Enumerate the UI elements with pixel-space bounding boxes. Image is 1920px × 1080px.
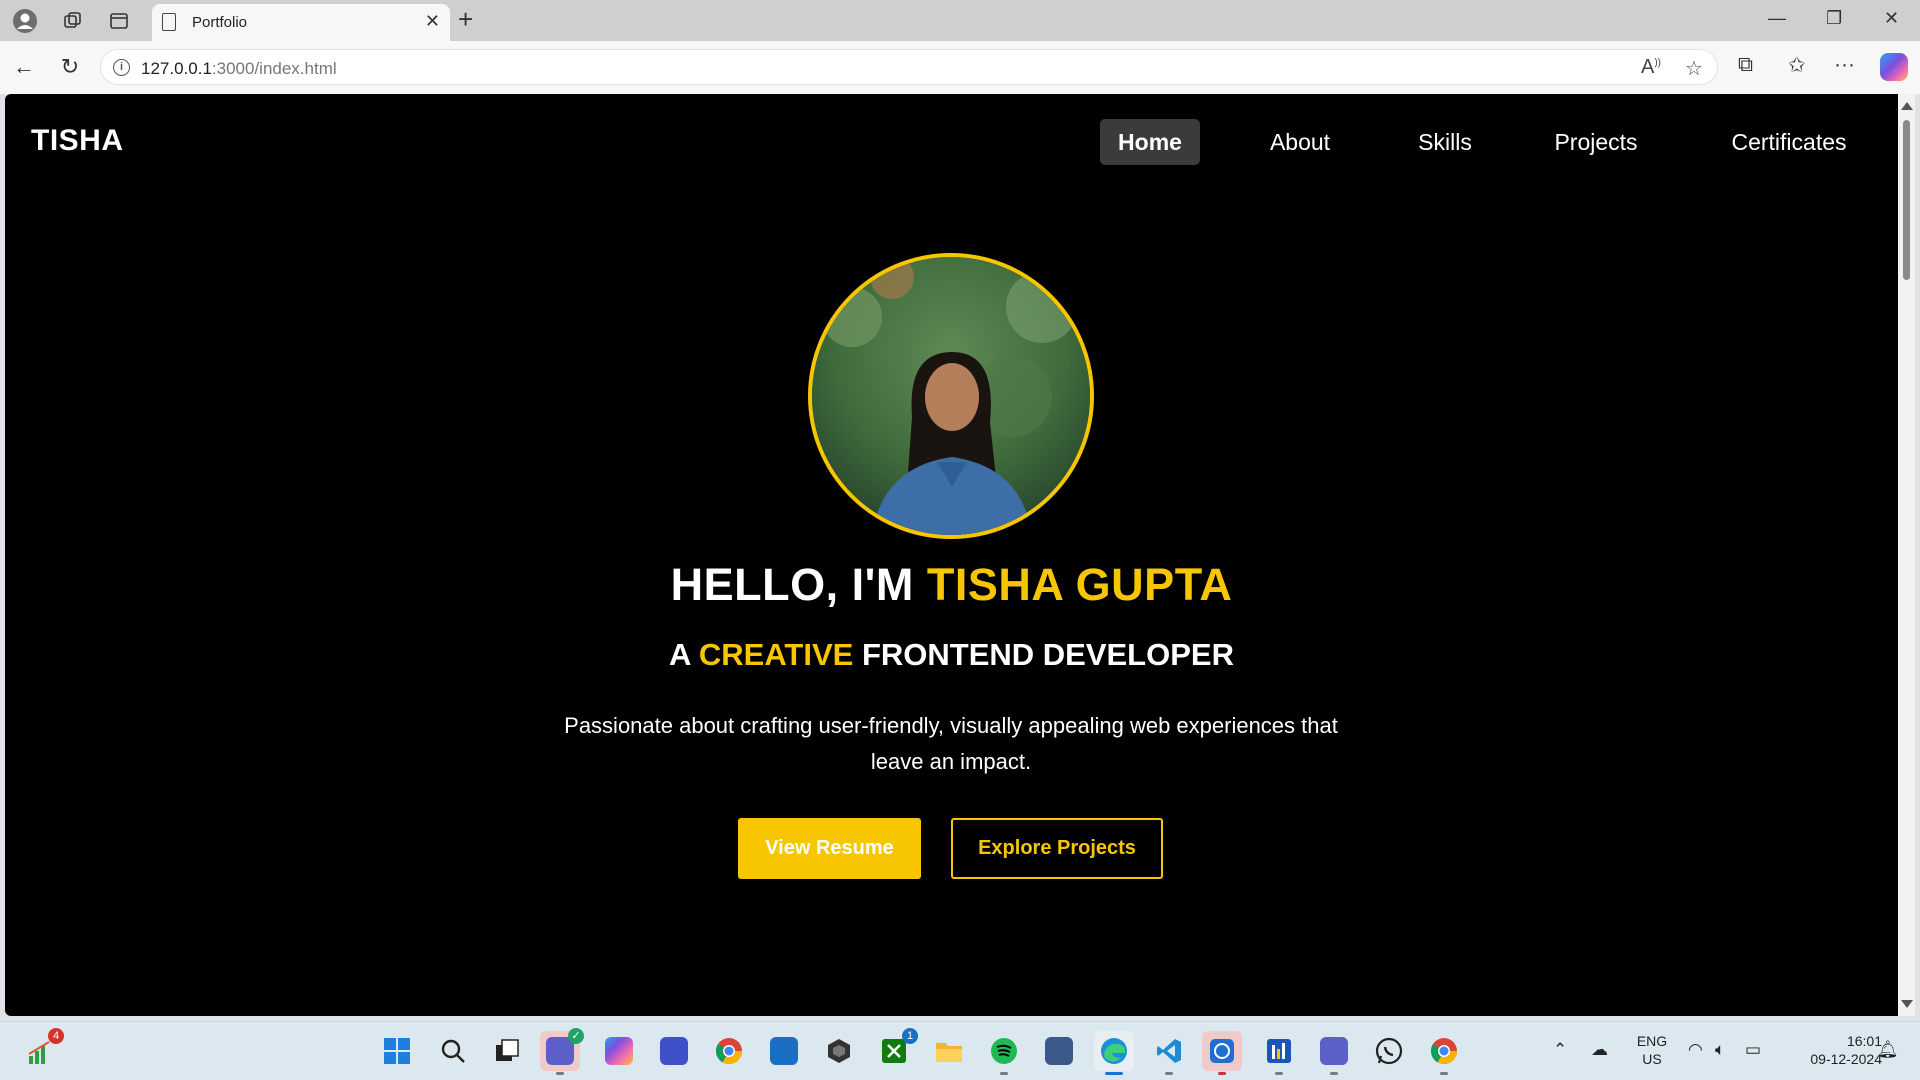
nav-home[interactable]: Home <box>1100 119 1200 165</box>
site-info-icon[interactable]: i <box>113 59 130 76</box>
workspaces-icon[interactable] <box>58 6 88 36</box>
url-host: 127.0.0.1 <box>141 59 212 78</box>
running-indicator <box>1105 1072 1123 1075</box>
more-options-icon[interactable]: ··· <box>1834 53 1855 77</box>
microsoft-store-icon[interactable] <box>764 1031 804 1071</box>
profile-icon[interactable] <box>10 6 40 36</box>
browser-tab-strip: Portfolio ✕ + — ❐ ✕ <box>0 0 1920 41</box>
xbox-icon[interactable]: 1 <box>874 1028 918 1071</box>
extensions-icon[interactable]: ⧉ <box>1738 53 1753 77</box>
copilot-glyph <box>605 1037 633 1065</box>
new-tab-icon[interactable]: + <box>458 4 473 35</box>
battery-icon[interactable]: ▭ <box>1745 1040 1761 1060</box>
site-brand[interactable]: TISHA <box>31 124 124 158</box>
role-rest: FRONTEND DEVELOPER <box>853 637 1234 672</box>
minimize-icon[interactable]: — <box>1768 8 1786 29</box>
running-indicator <box>1440 1072 1448 1075</box>
visual-studio-icon[interactable] <box>654 1031 694 1071</box>
copilot-app-icon[interactable] <box>599 1031 639 1071</box>
hero-heading: HELLO, I'M TISHA GUPTA <box>5 559 1898 611</box>
clock[interactable]: 16:01 09-12-2024 <box>1776 1032 1882 1068</box>
running-indicator <box>1165 1072 1173 1075</box>
power-bi-icon[interactable] <box>1259 1031 1299 1075</box>
close-tab-icon[interactable]: ✕ <box>425 11 440 32</box>
wifi-icon[interactable]: ◠ <box>1688 1040 1703 1060</box>
page-scrollbar[interactable] <box>1898 94 1915 1016</box>
store-glyph <box>770 1037 798 1065</box>
favorites-icon[interactable]: ✩ <box>1788 53 1806 78</box>
sql-workbench-icon[interactable] <box>1039 1031 1079 1071</box>
running-indicator <box>1330 1072 1338 1075</box>
teams-check-badge: ✓ <box>568 1028 584 1044</box>
page-icon <box>162 13 176 31</box>
page-viewport: TISHA Home About Skills Projects Certifi… <box>5 94 1898 1016</box>
copilot-icon[interactable] <box>1880 53 1908 81</box>
restore-icon[interactable]: ❐ <box>1826 8 1842 29</box>
vs-glyph <box>660 1037 688 1065</box>
chrome-icon[interactable] <box>709 1031 749 1071</box>
chrome-profile-icon[interactable] <box>1424 1031 1464 1075</box>
vscode-icon[interactable] <box>1149 1031 1189 1075</box>
address-bar[interactable]: i 127.0.0.1:3000/index.html A)) ☆ <box>100 49 1718 85</box>
scrollbar-thumb[interactable] <box>1903 120 1910 280</box>
profile-photo <box>808 253 1094 539</box>
spotify-icon[interactable] <box>984 1031 1024 1075</box>
nav-skills[interactable]: Skills <box>1395 119 1495 165</box>
language-code: ENG <box>1636 1033 1668 1049</box>
scroll-up-icon[interactable] <box>1901 102 1913 110</box>
view-resume-button[interactable]: View Resume <box>738 818 921 879</box>
read-aloud-icon[interactable]: A)) <box>1641 56 1661 79</box>
clock-date: 09-12-2024 <box>1810 1051 1882 1067</box>
teams-icon[interactable] <box>1314 1031 1354 1075</box>
hero-name: TISHA GUPTA <box>926 559 1233 610</box>
hello-prefix: HELLO, I'M <box>670 559 927 610</box>
running-indicator <box>1275 1072 1283 1075</box>
edge-icon[interactable] <box>1094 1031 1134 1075</box>
running-indicator <box>556 1072 564 1075</box>
file-explorer-icon[interactable] <box>929 1031 969 1071</box>
close-window-icon[interactable]: ✕ <box>1884 8 1899 29</box>
browser-toolbar: ← ↻ i 127.0.0.1:3000/index.html A)) ☆ ⧉ … <box>0 41 1920 94</box>
language-indicator[interactable]: ENG US <box>1630 1032 1674 1068</box>
task-view-icon[interactable] <box>487 1031 527 1071</box>
nav-projects[interactable]: Projects <box>1531 119 1661 165</box>
unity-icon[interactable] <box>819 1031 859 1071</box>
running-indicator <box>1000 1072 1008 1075</box>
role-prefix: A <box>669 637 699 672</box>
widgets-badge: 4 <box>48 1028 64 1044</box>
refresh-icon[interactable]: ↻ <box>54 51 86 83</box>
volume-icon[interactable]: 🔈︎ <box>1715 1040 1725 1060</box>
teams2-glyph <box>1320 1037 1348 1065</box>
snipping-tool-icon[interactable] <box>1202 1031 1242 1075</box>
running-indicator <box>1218 1072 1226 1075</box>
nav-certificates[interactable]: Certificates <box>1714 119 1864 165</box>
back-icon[interactable]: ← <box>8 51 40 83</box>
xbox-badge: 1 <box>902 1028 918 1044</box>
tab-title: Portfolio <box>192 14 248 31</box>
url-text: 127.0.0.1:3000/index.html <box>141 59 337 79</box>
onedrive-icon[interactable]: ☁ <box>1591 1040 1608 1060</box>
region-code: US <box>1642 1051 1662 1067</box>
widgets-icon[interactable]: 4 <box>20 1028 64 1071</box>
clock-time: 16:01 <box>1846 1033 1882 1049</box>
show-hidden-icons-chevron-up-icon[interactable]: ⌃ <box>1553 1040 1567 1060</box>
search-icon[interactable] <box>433 1031 473 1071</box>
start-icon[interactable] <box>377 1031 417 1071</box>
notification-bell-icon[interactable]: 🔔︎ <box>1877 1040 1899 1060</box>
scroll-down-icon[interactable] <box>1901 1000 1913 1008</box>
windows-taskbar: 4 ✓ 1 ⌃ ☁ ENG US ◠ 🔈︎ ▭ 16:01 09-12-2024… <box>0 1021 1920 1080</box>
vertical-tabs-icon[interactable] <box>104 6 134 36</box>
hero-subheading: A CREATIVE FRONTEND DEVELOPER <box>5 637 1898 673</box>
tab-portfolio[interactable]: Portfolio ✕ <box>152 4 450 41</box>
workbench-glyph <box>1045 1037 1073 1065</box>
url-path: :3000/index.html <box>211 59 337 78</box>
nav-about[interactable]: About <box>1250 119 1350 165</box>
explore-projects-button[interactable]: Explore Projects <box>951 818 1163 879</box>
whatsapp-icon[interactable] <box>1369 1031 1409 1071</box>
teams-work-icon[interactable]: ✓ <box>540 1028 584 1075</box>
role-highlight: CREATIVE <box>698 637 854 672</box>
favorite-star-icon[interactable]: ☆ <box>1685 56 1703 81</box>
hero-description: Passionate about crafting user-friendly,… <box>564 713 1338 774</box>
